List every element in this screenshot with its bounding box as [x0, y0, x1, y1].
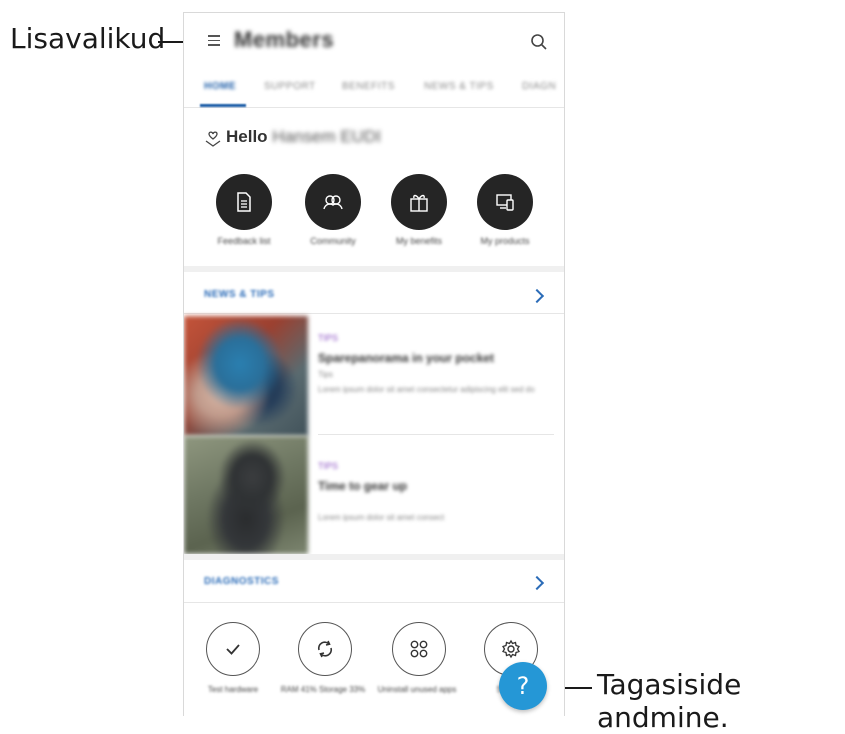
news-divider-top: [184, 313, 564, 314]
tab-bar: HOME SUPPORT BENEFITS NEWS & TIPS DIAGN: [184, 73, 564, 108]
news-tips-heading[interactable]: NEWS & TIPS: [204, 289, 275, 300]
heart-hand-icon: [205, 131, 221, 147]
greeting-name: Hansem EUDI: [272, 127, 381, 146]
news-desc-1: Lorem ipsum dolor sit amet consectetur a…: [318, 385, 535, 394]
check-icon: [226, 644, 240, 655]
app-title: Members: [234, 27, 335, 52]
tab-news-tips[interactable]: NEWS & TIPS: [424, 81, 494, 92]
tab-home[interactable]: HOME: [204, 81, 236, 92]
search-icon[interactable]: [530, 33, 548, 51]
refresh-icon: [317, 640, 333, 658]
my-benefits-label: My benefits: [395, 236, 443, 246]
tab-support[interactable]: SUPPORT: [264, 81, 316, 92]
phone-screen: Members HOME SUPPORT BENEFITS NEWS & TIP…: [183, 12, 565, 716]
app-bar: Members: [184, 13, 564, 73]
gift-icon: [410, 194, 428, 212]
section-divider: [184, 266, 564, 272]
news-headline-2[interactable]: Time to gear up: [318, 479, 407, 493]
gear-icon: [502, 639, 520, 659]
tab-benefits[interactable]: BENEFITS: [342, 81, 395, 92]
tab-diagnostics[interactable]: DIAGN: [522, 81, 556, 92]
optimize-button[interactable]: [298, 622, 352, 676]
news-tag-2: TIPS: [318, 461, 339, 471]
help-fab-button[interactable]: ?: [499, 662, 547, 710]
news-divider-mid: [318, 434, 554, 435]
callout-menu-label: Lisavalikud: [10, 22, 166, 55]
news-image-2[interactable]: [184, 436, 308, 554]
document-icon: [237, 192, 251, 212]
optimize-label: RAM 41% Storage 33%: [280, 685, 366, 694]
uninstall-apps-button[interactable]: [392, 622, 446, 676]
devices-icon: [496, 194, 514, 211]
tab-active-indicator: [200, 104, 246, 107]
news-tag-1: TIPS: [318, 333, 339, 343]
uninstall-apps-label: Uninstall unused apps: [377, 685, 457, 694]
section-divider-2: [184, 554, 564, 560]
diagnostics-chevron-right-icon[interactable]: [529, 575, 545, 591]
news-headline-1[interactable]: Sparepanorama in your pocket: [318, 351, 494, 365]
community-label: Community: [310, 236, 356, 246]
help-icon: ?: [516, 672, 530, 700]
test-hardware-button[interactable]: [206, 622, 260, 676]
greeting: Hello Hansem EUDI: [226, 127, 381, 147]
news-image-1[interactable]: [184, 316, 308, 436]
test-hardware-label: Test hardware: [207, 685, 259, 694]
my-products-label: My products: [480, 236, 530, 246]
apps-icon: [410, 640, 428, 658]
my-products-button[interactable]: [477, 174, 533, 230]
community-button[interactable]: [305, 174, 361, 230]
feedback-list-label: Feedback list: [217, 236, 271, 246]
news-chevron-right-icon[interactable]: [529, 288, 545, 304]
news-desc-2: Lorem ipsum dolor sit amet consect: [318, 513, 445, 522]
community-icon: [323, 195, 343, 210]
menu-icon[interactable]: [208, 35, 220, 47]
greeting-prefix: Hello: [226, 127, 268, 146]
callout-feedback-label: Tagasiside andmine.: [597, 668, 742, 734]
news-meta-1: Tips: [318, 370, 333, 379]
feedback-list-button[interactable]: [216, 174, 272, 230]
diagnostics-divider: [184, 602, 564, 603]
my-benefits-button[interactable]: [391, 174, 447, 230]
diagnostics-heading[interactable]: DIAGNOSTICS: [204, 576, 279, 587]
